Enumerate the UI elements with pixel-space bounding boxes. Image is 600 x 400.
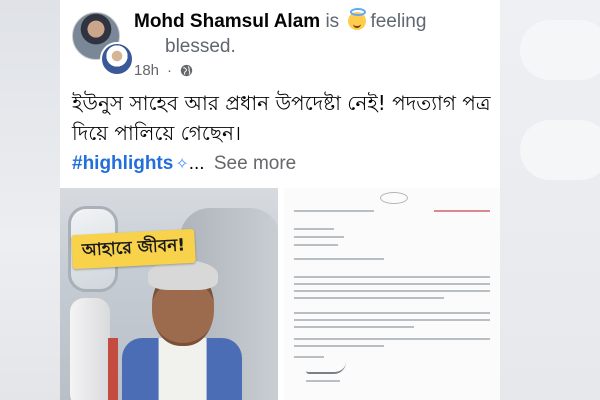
letter-line <box>294 244 338 246</box>
halo-smiley-icon <box>348 8 367 30</box>
letter-line <box>294 356 324 358</box>
status-is: is <box>325 11 340 32</box>
feeling-word: feeling <box>370 11 427 32</box>
signature <box>306 362 346 374</box>
author-name[interactable]: Mohd Shamsul Alam <box>134 11 320 32</box>
hashtag-link[interactable]: #highlights <box>72 153 173 174</box>
background-blur <box>520 20 600 80</box>
post-meta: 18h · <box>134 60 193 80</box>
avatar[interactable] <box>72 12 134 76</box>
letter-image[interactable] <box>284 188 500 400</box>
red-strip <box>108 338 118 400</box>
post-photo[interactable]: আহারে জীবন! <box>60 188 278 400</box>
person-vest <box>122 338 242 400</box>
letter-line <box>294 319 490 321</box>
globe-icon[interactable] <box>180 64 193 77</box>
ellipsis: ... <box>188 153 205 174</box>
letter-line <box>306 380 340 382</box>
letter-line <box>294 312 490 314</box>
see-more-link[interactable]: See more <box>214 153 296 174</box>
letter-line <box>294 236 344 238</box>
letter-line <box>294 228 334 230</box>
feeling-value[interactable]: blessed. <box>165 36 236 58</box>
author-line: Mohd Shamsul Alam is feeling <box>134 8 494 34</box>
pillow <box>70 298 110 400</box>
profile-badge <box>100 42 134 76</box>
letter-line <box>294 297 444 299</box>
letter-line <box>294 345 384 347</box>
post-tags: #highlights ✧... See more <box>72 152 296 177</box>
post-text: ইউনুস সাহেব আর প্রধান উপদেষ্টা নেই! পদত্… <box>72 91 491 145</box>
letter-line <box>294 258 384 260</box>
background-left <box>0 0 60 400</box>
background-right <box>500 0 600 400</box>
letter-line <box>294 326 414 328</box>
letter-seal <box>380 192 408 204</box>
timestamp[interactable]: 18h <box>134 62 159 79</box>
letter-line <box>294 283 490 285</box>
sparkle-icon: ✧ <box>175 156 189 173</box>
separator-dot: · <box>167 61 173 79</box>
post-card: Mohd Shamsul Alam is feeling blessed. 18… <box>60 0 500 400</box>
letter-line <box>294 290 490 292</box>
post-header: Mohd Shamsul Alam is feeling blessed. 18… <box>60 0 500 80</box>
background-blur <box>520 120 600 180</box>
photo-caption: আহারে জীবন! <box>71 228 197 270</box>
letter-line <box>434 210 490 212</box>
letter-line <box>294 276 490 278</box>
letter-line <box>294 210 374 212</box>
letter-line <box>294 338 490 340</box>
